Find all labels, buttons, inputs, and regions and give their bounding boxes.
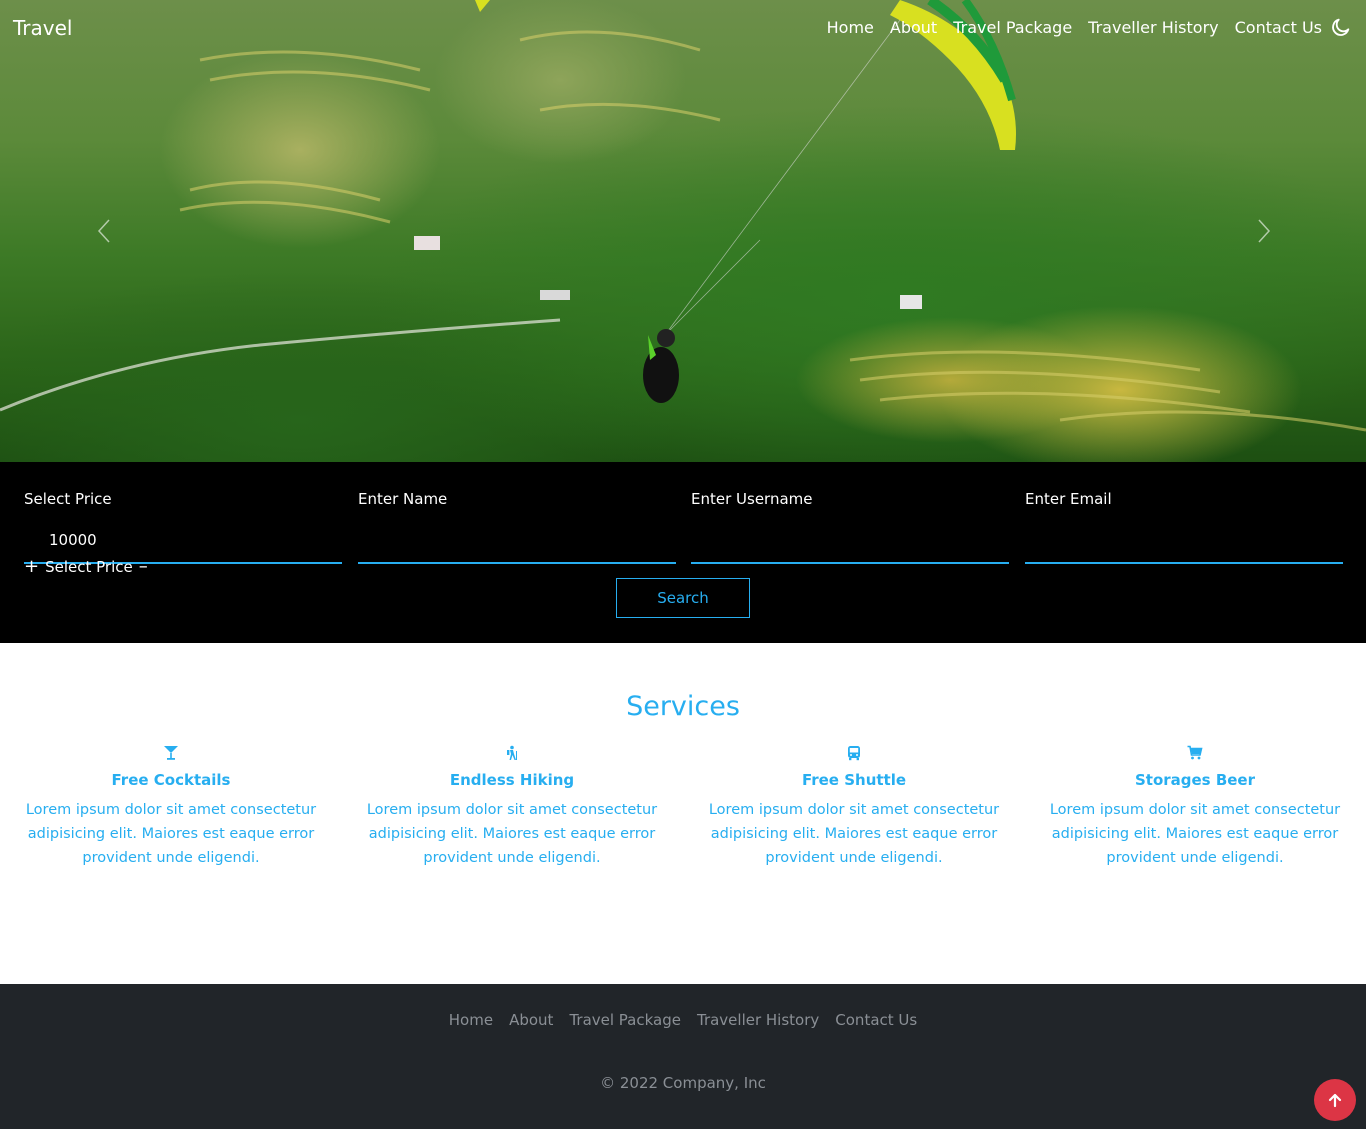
paraglider: [643, 19, 901, 403]
name-label: Enter Name: [358, 490, 448, 508]
footer-nav-home[interactable]: Home: [449, 1011, 493, 1029]
search-form: Select Price 10000 Enter Name Enter User…: [0, 462, 1366, 643]
service-card: Free Cocktails Lorem ipsum dolor sit ame…: [11, 745, 331, 870]
footer-nav-about[interactable]: About: [509, 1011, 553, 1029]
nav-contact-us[interactable]: Contact Us: [1235, 18, 1322, 37]
footer-nav: Home About Travel Package Traveller Hist…: [0, 1011, 1366, 1029]
price-stepper: + Select Price –: [24, 558, 148, 577]
hiking-icon: [352, 745, 672, 765]
nav-travel-package[interactable]: Travel Package: [953, 18, 1072, 37]
service-text: Lorem ipsum dolor sit amet consectetur a…: [25, 802, 317, 866]
hero-carousel: Travel Home About Travel Package Travell…: [0, 0, 1366, 462]
plus-icon[interactable]: +: [24, 558, 39, 576]
nav-home[interactable]: Home: [827, 18, 874, 37]
copyright: © 2022 Company, Inc: [600, 1074, 766, 1092]
service-title: Endless Hiking: [449, 771, 575, 789]
service-title: Free Shuttle: [801, 771, 907, 789]
service-title: Storages Beer: [1134, 771, 1256, 789]
name-input[interactable]: [358, 526, 676, 564]
username-label: Enter Username: [691, 490, 813, 508]
stepper-label: Select Price: [45, 558, 133, 576]
service-title: Free Cocktails: [111, 771, 231, 789]
footer-nav-traveller-history[interactable]: Traveller History: [697, 1011, 819, 1029]
arrow-up-icon: [1328, 1093, 1342, 1108]
price-label: Select Price: [24, 490, 112, 508]
service-text: Lorem ipsum dolor sit amet consectetur a…: [708, 802, 1000, 866]
nav-traveller-history[interactable]: Traveller History: [1088, 18, 1218, 37]
back-to-top-button[interactable]: [1314, 1079, 1356, 1121]
email-field: Enter Email: [1025, 490, 1343, 564]
username-input[interactable]: [691, 526, 1009, 564]
email-input[interactable]: [1025, 526, 1343, 564]
footer-nav-contact-us[interactable]: Contact Us: [835, 1011, 917, 1029]
price-field: Select Price 10000: [24, 490, 342, 564]
bus-icon: [694, 745, 1014, 765]
brand-logo[interactable]: Travel: [13, 16, 72, 40]
username-field: Enter Username: [691, 490, 1009, 564]
minus-icon[interactable]: –: [139, 558, 148, 576]
footer: Home About Travel Package Traveller Hist…: [0, 984, 1366, 1129]
service-card: Endless Hiking Lorem ipsum dolor sit ame…: [352, 745, 672, 870]
dark-mode-toggle-icon[interactable]: [1330, 16, 1352, 38]
footer-nav-travel-package[interactable]: Travel Package: [569, 1011, 681, 1029]
email-label: Enter Email: [1025, 490, 1112, 508]
main-nav: Home About Travel Package Traveller Hist…: [827, 18, 1322, 37]
name-field: Enter Name: [358, 490, 676, 564]
nav-about[interactable]: About: [890, 18, 937, 37]
services-title: Services: [626, 691, 740, 722]
service-text: Lorem ipsum dolor sit amet consectetur a…: [1049, 802, 1341, 866]
services-section: Services Free Cocktails Lorem ipsum dolo…: [0, 643, 1366, 984]
cart-icon: [1035, 745, 1355, 765]
service-card: Storages Beer Lorem ipsum dolor sit amet…: [1035, 745, 1355, 870]
service-text: Lorem ipsum dolor sit amet consectetur a…: [366, 802, 658, 866]
search-button[interactable]: Search: [616, 578, 750, 618]
hero-image: [0, 0, 1366, 432]
carousel-next-icon[interactable]: [1256, 218, 1272, 244]
carousel-prev-icon[interactable]: [96, 218, 112, 244]
service-card: Free Shuttle Lorem ipsum dolor sit amet …: [694, 745, 1014, 870]
cocktail-icon: [11, 745, 331, 765]
